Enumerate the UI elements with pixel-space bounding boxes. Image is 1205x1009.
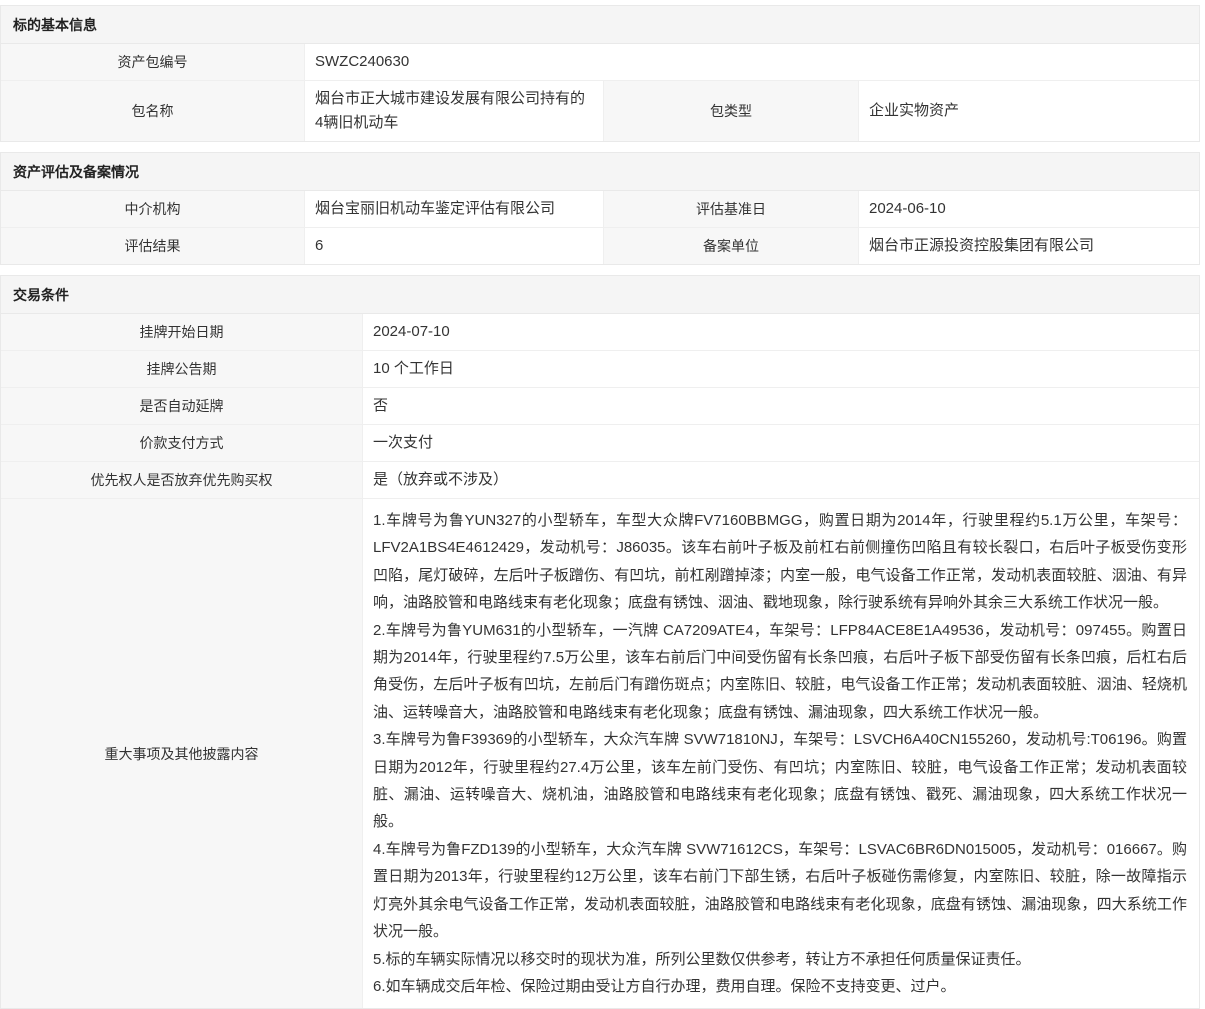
auto-extension-value: 否 bbox=[363, 388, 1199, 424]
disclosure-content: 1.车牌号为鲁YUN327的小型轿车，车型大众牌FV7160BBMGG，购置日期… bbox=[363, 499, 1199, 1008]
section-basic-info-title: 标的基本信息 bbox=[1, 6, 1199, 44]
section-evaluation: 资产评估及备案情况 中介机构 烟台宝丽旧机动车鉴定评估有限公司 评估基准日 20… bbox=[0, 152, 1200, 265]
table-row: 中介机构 烟台宝丽旧机动车鉴定评估有限公司 评估基准日 2024-06-10 bbox=[1, 191, 1199, 228]
agency-label: 中介机构 bbox=[1, 191, 305, 227]
payment-method-value: 一次支付 bbox=[363, 425, 1199, 461]
disclosure-item-4: 4.车牌号为鲁FZD139的小型轿车，大众汽车牌 SVW71612CS，车架号：… bbox=[373, 836, 1187, 946]
disclosure-item-6: 6.如车辆成交后年检、保险过期由受让方自行办理，费用自理。保险不支持变更、过户。 bbox=[373, 973, 1187, 1000]
eval-result-label: 评估结果 bbox=[1, 228, 305, 264]
disclosure-item-2: 2.车牌号为鲁YUM631的小型轿车，一汽牌 CA7209ATE4，车架号：LF… bbox=[373, 617, 1187, 727]
auto-extension-label: 是否自动延牌 bbox=[1, 388, 363, 424]
base-date-label: 评估基准日 bbox=[603, 191, 859, 227]
package-number-label: 资产包编号 bbox=[1, 44, 305, 80]
table-row: 评估结果 6 备案单位 烟台市正源投资控股集团有限公司 bbox=[1, 228, 1199, 264]
table-row: 价款支付方式 一次支付 bbox=[1, 425, 1199, 462]
package-name-value: 烟台市正大城市建设发展有限公司持有的4辆旧机动车 bbox=[305, 81, 603, 141]
filing-unit-label: 备案单位 bbox=[603, 228, 859, 264]
disclosure-item-5: 5.标的车辆实际情况以移交时的现状为准，所列公里数仅供参考，转让方不承担任何质量… bbox=[373, 946, 1187, 973]
base-date-value: 2024-06-10 bbox=[859, 191, 1199, 227]
filing-unit-value: 烟台市正源投资控股集团有限公司 bbox=[859, 228, 1199, 264]
table-row: 优先权人是否放弃优先购买权 是（放弃或不涉及） bbox=[1, 462, 1199, 499]
table-row: 是否自动延牌 否 bbox=[1, 388, 1199, 425]
agency-value: 烟台宝丽旧机动车鉴定评估有限公司 bbox=[305, 191, 603, 227]
table-row: 挂牌公告期 10 个工作日 bbox=[1, 351, 1199, 388]
eval-result-value: 6 bbox=[305, 228, 603, 264]
disclosure-item-3: 3.车牌号为鲁F39369的小型轿车，大众汽车牌 SVW71810NJ，车架号：… bbox=[373, 726, 1187, 836]
table-row: 包名称 烟台市正大城市建设发展有限公司持有的4辆旧机动车 包类型 企业实物资产 bbox=[1, 81, 1199, 141]
preemptive-right-label: 优先权人是否放弃优先购买权 bbox=[1, 462, 363, 498]
package-type-value: 企业实物资产 bbox=[859, 81, 1199, 141]
package-number-value: SWZC240630 bbox=[305, 44, 1199, 80]
preemptive-right-value: 是（放弃或不涉及） bbox=[363, 462, 1199, 498]
announcement-period-value: 10 个工作日 bbox=[363, 351, 1199, 387]
section-trade-conditions-title: 交易条件 bbox=[1, 276, 1199, 314]
listing-start-date-value: 2024-07-10 bbox=[363, 314, 1199, 350]
table-row: 挂牌开始日期 2024-07-10 bbox=[1, 314, 1199, 351]
package-name-label: 包名称 bbox=[1, 81, 305, 141]
table-row-disclosure: 重大事项及其他披露内容 1.车牌号为鲁YUN327的小型轿车，车型大众牌FV71… bbox=[1, 499, 1199, 1008]
section-evaluation-title: 资产评估及备案情况 bbox=[1, 153, 1199, 191]
section-trade-conditions: 交易条件 挂牌开始日期 2024-07-10 挂牌公告期 10 个工作日 是否自… bbox=[0, 275, 1200, 1009]
listing-start-date-label: 挂牌开始日期 bbox=[1, 314, 363, 350]
payment-method-label: 价款支付方式 bbox=[1, 425, 363, 461]
section-basic-info: 标的基本信息 资产包编号 SWZC240630 包名称 烟台市正大城市建设发展有… bbox=[0, 5, 1200, 142]
disclosure-item-1: 1.车牌号为鲁YUN327的小型轿车，车型大众牌FV7160BBMGG，购置日期… bbox=[373, 507, 1187, 617]
announcement-period-label: 挂牌公告期 bbox=[1, 351, 363, 387]
table-row: 资产包编号 SWZC240630 bbox=[1, 44, 1199, 81]
disclosure-label: 重大事项及其他披露内容 bbox=[1, 499, 363, 1008]
package-type-label: 包类型 bbox=[603, 81, 859, 141]
